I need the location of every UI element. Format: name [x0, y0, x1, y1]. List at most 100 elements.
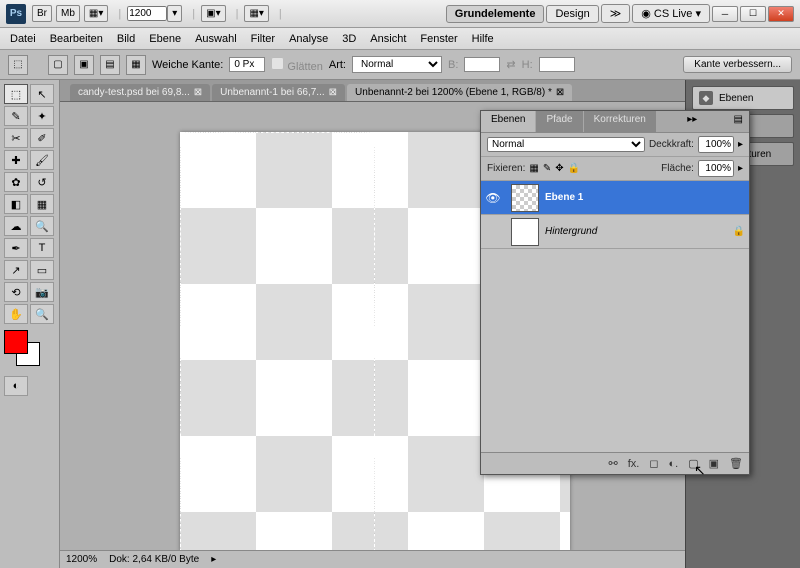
menu-view[interactable]: Ansicht — [370, 33, 406, 45]
menu-analyse[interactable]: Analyse — [289, 33, 328, 45]
heal-tool[interactable]: ✚ — [4, 150, 28, 170]
menu-filter[interactable]: Filter — [251, 33, 275, 45]
new-layer-icon[interactable]: ▣ — [709, 457, 719, 470]
doc-tab-2[interactable]: Unbenannt-1 bei 66,7... ⊠ — [212, 84, 345, 101]
3d-tool[interactable]: ⟲ — [4, 282, 28, 302]
lock-brush-icon[interactable]: ✎ — [543, 163, 551, 174]
lock-label: Fixieren: — [487, 163, 525, 174]
brush-tool[interactable]: 🖌 — [30, 150, 54, 170]
crop-tool[interactable]: ✂ — [4, 128, 28, 148]
close-button[interactable]: ✕ — [768, 6, 794, 22]
dock-layers-button[interactable]: ◆Ebenen — [692, 86, 794, 110]
eraser-tool[interactable]: ◧ — [4, 194, 28, 214]
link-layers-icon[interactable]: ⚯ — [609, 457, 618, 470]
fill-label: Fläche: — [661, 163, 694, 174]
layer-thumb[interactable] — [511, 184, 539, 212]
quickmask-button[interactable]: ◐ — [4, 376, 28, 396]
foreground-color-swatch[interactable] — [4, 330, 28, 354]
camera-tool[interactable]: 📷 — [30, 282, 54, 302]
extras-button[interactable]: ▦▾ — [244, 5, 268, 22]
panel-tab-adjust[interactable]: Korrekturen — [584, 111, 656, 132]
layer-row[interactable]: 👁 Ebene 1 — [481, 181, 749, 215]
pen-tool[interactable]: ✒ — [4, 238, 28, 258]
stamp-tool[interactable]: ✿ — [4, 172, 28, 192]
status-zoom[interactable]: 1200% — [66, 554, 97, 565]
panel-collapse-icon[interactable]: ▸▸ — [681, 111, 703, 132]
sel-intersect-icon[interactable]: ▦ — [126, 55, 146, 75]
zoom-tool[interactable]: 🔍 — [30, 304, 54, 324]
hand-tool[interactable]: ✋ — [4, 304, 28, 324]
menu-image[interactable]: Bild — [117, 33, 135, 45]
fx-icon[interactable]: fx. — [628, 458, 640, 470]
menu-help[interactable]: Hilfe — [472, 33, 494, 45]
zoom-input[interactable] — [127, 6, 167, 21]
shape-tool[interactable]: ▭ — [30, 260, 54, 280]
panel-tab-layers[interactable]: Ebenen — [481, 111, 535, 132]
lasso-tool[interactable]: ✎ — [4, 106, 28, 126]
gradient-tool[interactable]: ▦ — [30, 194, 54, 214]
workspace-design[interactable]: Design — [546, 5, 598, 23]
mask-icon[interactable]: ◻ — [649, 457, 658, 470]
fill-dropdown-icon[interactable]: ▸ — [738, 163, 743, 174]
doc-tab-3[interactable]: Unbenannt-2 bei 1200% (Ebene 1, RGB/8) *… — [347, 84, 572, 101]
opacity-label: Deckkraft: — [649, 139, 694, 150]
sel-add-icon[interactable]: ▣ — [74, 55, 94, 75]
minimize-button[interactable]: ─ — [712, 6, 738, 22]
visibility-icon[interactable]: 👁 — [481, 191, 505, 205]
menu-layer[interactable]: Ebene — [149, 33, 181, 45]
lock-pixels-icon[interactable]: ▦ — [529, 163, 538, 174]
status-doc[interactable]: Dok: 2,64 KB/0 Byte — [109, 554, 199, 565]
layer-name[interactable]: Ebene 1 — [545, 192, 749, 203]
arrange-button[interactable]: ▦▾ — [84, 5, 108, 22]
lock-all-icon[interactable]: 🔒 — [568, 163, 580, 174]
marquee-tool-icon[interactable]: ⬚ — [8, 55, 28, 75]
photoshop-icon: Ps — [6, 4, 26, 24]
sel-new-icon[interactable]: ▢ — [48, 55, 68, 75]
doc-tab-1[interactable]: candy-test.psd bei 69,8... ⊠ — [70, 84, 210, 101]
menu-window[interactable]: Fenster — [420, 33, 457, 45]
dodge-tool[interactable]: 🔍 — [30, 216, 54, 236]
feather-label: Weiche Kante: — [152, 59, 223, 71]
history-brush-tool[interactable]: ↺ — [30, 172, 54, 192]
height-input — [539, 57, 575, 72]
adjustment-icon[interactable]: ◐. — [669, 458, 679, 470]
layer-name[interactable]: Hintergrund — [545, 226, 729, 237]
layer-thumb[interactable] — [511, 218, 539, 246]
sel-sub-icon[interactable]: ▤ — [100, 55, 120, 75]
maximize-button[interactable]: ☐ — [740, 6, 766, 22]
workspace-grundelemente[interactable]: Grundelemente — [446, 5, 545, 23]
feather-input[interactable] — [229, 57, 265, 72]
layer-row[interactable]: Hintergrund 🔒 — [481, 215, 749, 249]
minibridge-button[interactable]: Mb — [56, 5, 80, 22]
group-icon[interactable]: ▢ — [688, 457, 698, 470]
fill-input[interactable] — [698, 160, 734, 177]
style-select[interactable]: Normal — [352, 56, 442, 73]
workspace-more[interactable]: ≫ — [601, 4, 631, 23]
lock-move-icon[interactable]: ✥ — [555, 163, 563, 174]
toolbox: ⬚↖ ✎✦ ✂✐ ✚🖌 ✿↺ ◧▦ ☁🔍 ✒T ↗▭ ⟲📷 ✋🔍 ◐ — [0, 80, 60, 568]
refine-edge-button[interactable]: Kante verbessern... — [683, 56, 792, 73]
menu-file[interactable]: Datei — [10, 33, 36, 45]
screenmode-button[interactable]: ▣▾ — [201, 5, 225, 22]
menu-edit[interactable]: Bearbeiten — [50, 33, 103, 45]
move-tool[interactable]: ↖ — [30, 84, 54, 104]
width-label: B: — [448, 59, 458, 71]
blendmode-select[interactable]: Normal — [487, 137, 645, 152]
path-select-tool[interactable]: ↗ — [4, 260, 28, 280]
panel-menu-icon[interactable]: ▤ — [728, 111, 749, 132]
blur-tool[interactable]: ☁ — [4, 216, 28, 236]
opacity-dropdown-icon[interactable]: ▸ — [738, 139, 743, 150]
menu-3d[interactable]: 3D — [342, 33, 356, 45]
opacity-input[interactable] — [698, 136, 734, 153]
delete-layer-icon[interactable]: 🗑 — [729, 457, 743, 470]
menu-select[interactable]: Auswahl — [195, 33, 237, 45]
zoom-dropdown[interactable]: ▾ — [167, 5, 182, 22]
width-input — [464, 57, 500, 72]
cslive-button[interactable]: ◉ CS Live ▾ — [632, 4, 710, 23]
panel-tab-paths[interactable]: Pfade — [536, 111, 582, 132]
bridge-button[interactable]: Br — [32, 5, 52, 22]
wand-tool[interactable]: ✦ — [30, 106, 54, 126]
marquee-tool[interactable]: ⬚ — [4, 84, 28, 104]
eyedropper-tool[interactable]: ✐ — [30, 128, 54, 148]
type-tool[interactable]: T — [30, 238, 54, 258]
